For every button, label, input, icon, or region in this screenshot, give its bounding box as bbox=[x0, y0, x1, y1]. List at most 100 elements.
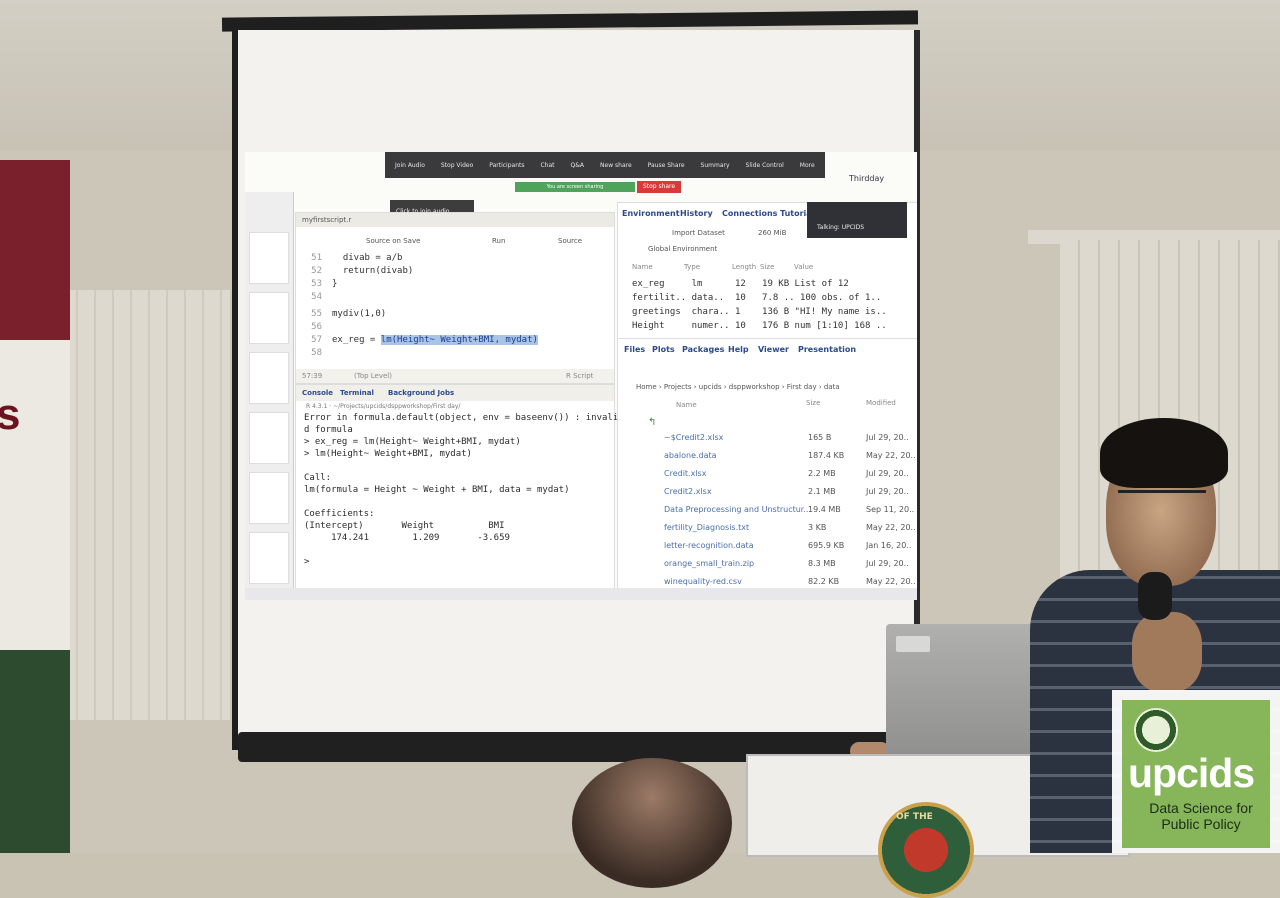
import-dataset-button[interactable]: Import Dataset bbox=[672, 229, 725, 237]
seal-text: OF THE bbox=[896, 812, 933, 822]
script-editor-pane: myfirstscript.r Source on Save Run Sourc… bbox=[295, 212, 615, 384]
scope-indicator[interactable]: (Top Level) bbox=[354, 372, 392, 380]
code-line[interactable]: 58 bbox=[296, 348, 332, 358]
code-line[interactable]: 51 divab = a/b bbox=[296, 253, 402, 263]
env-col-type[interactable]: Type bbox=[684, 263, 700, 271]
slide-thumbnail[interactable] bbox=[249, 352, 289, 404]
zoom-item-summary[interactable]: Summary bbox=[701, 162, 730, 169]
tab-background-jobs[interactable]: Background Jobs bbox=[388, 389, 454, 397]
slide-thumbnail[interactable] bbox=[249, 472, 289, 524]
console-line: lm(formula = Height ~ Weight + BMI, data… bbox=[304, 485, 570, 495]
logo-tagline: Data Science for Public Policy bbox=[1149, 800, 1253, 832]
logo-wordmark: upcids bbox=[1128, 750, 1255, 796]
banner-letter: s bbox=[0, 390, 21, 439]
run-button[interactable]: Run bbox=[492, 237, 505, 245]
tab-viewer[interactable]: Viewer bbox=[758, 345, 789, 354]
editor-status-bar: 57:39 (Top Level) R Script bbox=[296, 369, 614, 383]
console-tab-bar: Console Terminal Background Jobs bbox=[296, 385, 614, 401]
env-col-size[interactable]: Size bbox=[760, 263, 774, 271]
logo-seal-icon bbox=[1134, 708, 1178, 752]
selected-code[interactable]: lm(Height~ Weight+BMI, mydat) bbox=[380, 335, 538, 345]
microphone-icon bbox=[1138, 572, 1172, 620]
console-line: Call: bbox=[304, 473, 332, 483]
tab-history[interactable]: History bbox=[680, 209, 713, 218]
stop-share-button[interactable]: Stop share bbox=[637, 181, 681, 193]
files-pane: Files Plots Packages Help Viewer Present… bbox=[617, 338, 917, 600]
breadcrumb[interactable]: Home › Projects › upcids › dsppworkshop … bbox=[636, 383, 840, 391]
slide-thumbnail[interactable] bbox=[249, 532, 289, 584]
zoom-item-new-share[interactable]: New share bbox=[600, 162, 632, 169]
console-path: R 4.3.1 · ~/Projects/upcids/dsppworkshop… bbox=[306, 403, 461, 410]
tab-terminal[interactable]: Terminal bbox=[340, 389, 374, 397]
file-type-indicator[interactable]: R Script bbox=[566, 372, 593, 380]
file-row[interactable]: Credit.xlsx 2.2 MB Jul 29, 20.. bbox=[618, 469, 917, 485]
cursor-position: 57:39 bbox=[302, 372, 323, 380]
file-row[interactable]: letter-recognition.data 695.9 KB Jan 16, 2… bbox=[618, 541, 917, 557]
console-line: Coefficients: bbox=[304, 509, 375, 519]
code-line-selected[interactable]: 57 ex_reg = lm(Height~ Weight+BMI, mydat) bbox=[296, 335, 538, 345]
tab-plots[interactable]: Plots bbox=[652, 345, 675, 354]
file-row[interactable]: orange_small_train.zip 8.3 MB Jul 29, 20.. bbox=[618, 559, 917, 575]
tab-environment[interactable]: Environment bbox=[622, 209, 680, 218]
tab-connections[interactable]: Connections bbox=[722, 209, 777, 218]
zoom-item-stop-video[interactable]: Stop Video bbox=[441, 162, 473, 169]
env-row[interactable]: greetings chara.. 1 136 B "HI! My name i… bbox=[632, 307, 887, 317]
code-line[interactable]: 53} bbox=[296, 279, 337, 289]
env-col-name[interactable]: Name bbox=[632, 263, 653, 271]
code-line[interactable]: 52 return(divab) bbox=[296, 266, 413, 276]
file-row[interactable]: Credit2.xlsx 2.1 MB Jul 29, 20.. bbox=[618, 487, 917, 503]
files-col-modified[interactable]: Modified bbox=[866, 399, 896, 407]
source-button[interactable]: Source bbox=[558, 237, 582, 245]
tab-packages[interactable]: Packages bbox=[682, 345, 724, 354]
window-blinds-left bbox=[60, 290, 230, 720]
up-folder-icon[interactable]: ↰ bbox=[648, 417, 656, 428]
console-line: > lm(Height~ Weight+BMI, mydat) bbox=[304, 449, 472, 459]
code-line[interactable]: 54 bbox=[296, 292, 332, 302]
zoom-item-pause-share[interactable]: Pause Share bbox=[648, 162, 685, 169]
code-line[interactable]: 55 mydiv(1,0) bbox=[296, 309, 386, 319]
tab-presentation[interactable]: Presentation bbox=[798, 345, 856, 354]
zoom-item-participants[interactable]: Participants bbox=[489, 162, 524, 169]
code-line[interactable]: 56 bbox=[296, 322, 332, 332]
zoom-item-slide-control[interactable]: Slide Control bbox=[746, 162, 784, 169]
scope-dropdown[interactable]: Global Environment bbox=[648, 245, 717, 253]
console-line: d formula bbox=[304, 425, 353, 435]
zoom-item-join-audio[interactable]: Join Audio bbox=[395, 162, 425, 169]
file-row[interactable]: Data Preprocessing and Unstructur... 19.4… bbox=[618, 505, 917, 521]
zoom-item-chat[interactable]: Chat bbox=[540, 162, 554, 169]
console-line: Error in formula.default(object, env = b… bbox=[304, 413, 619, 423]
file-row[interactable]: fertility_Diagnosis.txt 3 KB May 22, 20.. bbox=[618, 523, 917, 539]
memory-usage[interactable]: 260 MiB bbox=[758, 229, 786, 237]
tab-files[interactable]: Files bbox=[624, 345, 645, 354]
files-col-size[interactable]: Size bbox=[806, 399, 820, 407]
env-row[interactable]: ex_reg lm 12 19 KB List of 12 bbox=[632, 279, 849, 289]
windows-taskbar bbox=[245, 588, 917, 600]
zoom-item-more[interactable]: More bbox=[800, 162, 815, 169]
slide-thumbnail[interactable] bbox=[249, 232, 289, 284]
host-name: Thirdday bbox=[849, 174, 885, 183]
env-col-value[interactable]: Value bbox=[794, 263, 813, 271]
env-row[interactable]: Height numer.. 10 176 B num [1:10] 168 .… bbox=[632, 321, 887, 331]
console-prompt[interactable]: > bbox=[304, 557, 309, 567]
speaker-hand-holding-mic bbox=[1132, 612, 1202, 692]
editor-tab-bar: myfirstscript.r bbox=[296, 213, 614, 227]
tab-console[interactable]: Console bbox=[302, 389, 333, 397]
slide-thumbnail[interactable] bbox=[249, 292, 289, 344]
env-row[interactable]: fertilit.. data.. 10 7.8 .. 100 obs. of … bbox=[632, 293, 881, 303]
zoom-item-qa[interactable]: Q&A bbox=[571, 162, 585, 169]
standee-banner bbox=[0, 160, 70, 853]
slide-thumbnail[interactable] bbox=[249, 412, 289, 464]
file-row[interactable]: abalone.data 187.4 KB May 22, 20.. bbox=[618, 451, 917, 467]
screen-sharing-indicator: You are screen sharing bbox=[515, 182, 635, 192]
file-row[interactable]: ~$Credit2.xlsx 165 B Jul 29, 20.. bbox=[618, 433, 917, 449]
editor-tab-file[interactable]: myfirstscript.r bbox=[302, 216, 351, 224]
talking-indicator: Talking: UPCIDS bbox=[807, 202, 907, 238]
projected-display: Join Audio Stop Video Participants Chat … bbox=[245, 152, 917, 600]
tab-help[interactable]: Help bbox=[728, 345, 749, 354]
files-col-name[interactable]: Name bbox=[676, 401, 697, 409]
source-on-save-checkbox[interactable]: Source on Save bbox=[366, 237, 420, 245]
speaker-glasses bbox=[1118, 490, 1206, 513]
env-col-length[interactable]: Length bbox=[732, 263, 756, 271]
zoom-meeting-toolbar: Join Audio Stop Video Participants Chat … bbox=[385, 152, 825, 178]
audience-head bbox=[572, 758, 732, 888]
